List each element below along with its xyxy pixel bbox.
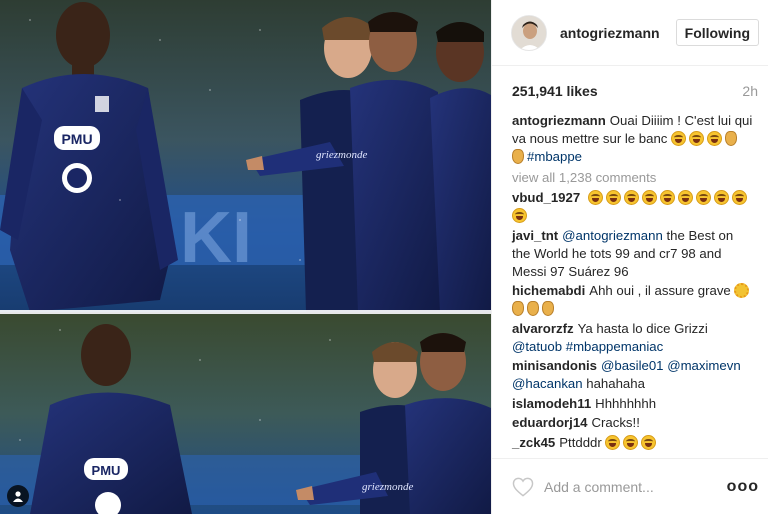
post-details-panel: antogriezmann Following 251,941 likes 2h…: [491, 0, 768, 514]
sponsor-text-bottom: PMU: [92, 463, 121, 478]
jersey-text-top: griezmonde: [316, 149, 367, 161]
thumbs-up-emoji-icon: [542, 301, 554, 316]
comments-list: antogriezmann Ouai Diiiim ! C'est lui qui…: [492, 112, 768, 452]
more-options-icon[interactable]: ooo: [727, 478, 759, 496]
laughing-emoji-icon: [659, 190, 675, 205]
laughing-emoji-icon: [641, 190, 657, 205]
caption-hashtag[interactable]: #mbappe: [527, 149, 582, 164]
laughing-emoji-icon: [605, 190, 621, 205]
laughing-emoji-icon: [707, 131, 723, 146]
comment-text: hahahaha: [586, 376, 645, 391]
add-comment-input[interactable]: [544, 476, 727, 497]
post-time[interactable]: 2h: [742, 83, 758, 99]
comment: minisandonis @basile01 @maximevn @hacanka…: [512, 357, 754, 393]
laughing-emoji-icon: [587, 190, 603, 205]
stats-row: 251,941 likes 2h: [492, 82, 768, 100]
laughing-emoji-icon: [671, 131, 687, 146]
comment: _zck45 Pttdddr: [512, 434, 754, 452]
comment-mention[interactable]: @tatuob: [512, 339, 562, 354]
comment-username[interactable]: eduardorj14: [512, 415, 588, 430]
likes-count[interactable]: 251,941 likes: [512, 83, 598, 99]
pointing-emoji-icon: [512, 149, 524, 164]
avatar[interactable]: [511, 14, 547, 51]
comment-text: Pttdddr: [559, 434, 602, 450]
ok-hand-emoji-icon: [527, 301, 539, 316]
caption: antogriezmann Ouai Diiiim ! C'est lui qui…: [512, 112, 754, 166]
comment-mention[interactable]: @basile01: [601, 358, 664, 373]
laughing-emoji-icon: [677, 190, 693, 205]
laughing-emoji-icon: [623, 190, 639, 205]
jersey-text-bottom: griezmonde: [362, 481, 413, 493]
comment-mention[interactable]: @maximevn: [667, 358, 740, 373]
comment-username[interactable]: javi_tnt: [512, 228, 558, 243]
comment-username[interactable]: vbud_1927: [512, 190, 580, 205]
ok-hand-emoji-icon: [512, 301, 524, 316]
post-header: antogriezmann Following: [492, 0, 768, 66]
comment-username[interactable]: _zck45: [512, 435, 555, 450]
comment-username[interactable]: alvarorzfz: [512, 321, 574, 336]
post-username[interactable]: antogriezmann: [560, 25, 676, 41]
person-tag-icon[interactable]: [7, 485, 29, 507]
banner-text: KI: [180, 198, 252, 278]
comment-mention[interactable]: @hacankan: [512, 376, 583, 391]
comment: javi_tnt @antogriezmann the Best on the W…: [512, 227, 754, 281]
laughing-emoji-icon: [623, 434, 639, 450]
hand-emoji-icon: [725, 131, 738, 146]
hugging-emoji-icon: [734, 283, 750, 298]
comment: islamodeh11 Hhhhhhhh: [512, 395, 754, 413]
comment-footer: ooo: [492, 458, 768, 514]
laughing-emoji-icon: [641, 434, 657, 450]
comment-text: Ahh oui , il assure grave: [589, 283, 731, 298]
laughing-emoji-icon: [713, 190, 729, 205]
post-photo[interactable]: KI PMU griezmonde PMU griezmonde: [0, 0, 491, 514]
comment-hashtag[interactable]: #mbappemaniac: [566, 339, 664, 354]
following-button[interactable]: Following: [675, 19, 759, 46]
laughing-emoji-icon: [605, 434, 621, 450]
laughing-emoji-icon: [689, 131, 705, 146]
view-all-comments-link[interactable]: view all 1,238 comments: [512, 169, 754, 187]
laughing-emoji-icon: [695, 190, 711, 205]
comment-mention[interactable]: @antogriezmann: [562, 228, 663, 243]
photo-image: KI PMU griezmonde PMU griezmonde: [0, 0, 491, 514]
laughing-emoji-icon: [512, 208, 527, 223]
comment-text: Ya hasta lo dice Grizzi: [577, 320, 708, 336]
comment-username[interactable]: islamodeh11: [512, 396, 591, 411]
comment-username[interactable]: minisandonis: [512, 358, 597, 373]
comment-text: Cracks!!: [591, 415, 640, 430]
comment-text: Hhhhhhhh: [595, 395, 657, 411]
laughing-emoji-icon: [731, 190, 747, 205]
heart-icon[interactable]: [512, 477, 534, 497]
comment: hichemabdi Ahh oui , il assure grave: [512, 282, 754, 318]
sponsor-text-top: PMU: [61, 131, 92, 147]
comment: vbud_1927: [512, 189, 754, 225]
caption-username[interactable]: antogriezmann: [512, 113, 606, 128]
comment-username[interactable]: hichemabdi: [512, 283, 585, 298]
comment: alvarorzfz Ya hasta lo dice Grizzi @tatuo…: [512, 320, 754, 356]
comment: eduardorj14 Cracks!!: [512, 414, 754, 432]
